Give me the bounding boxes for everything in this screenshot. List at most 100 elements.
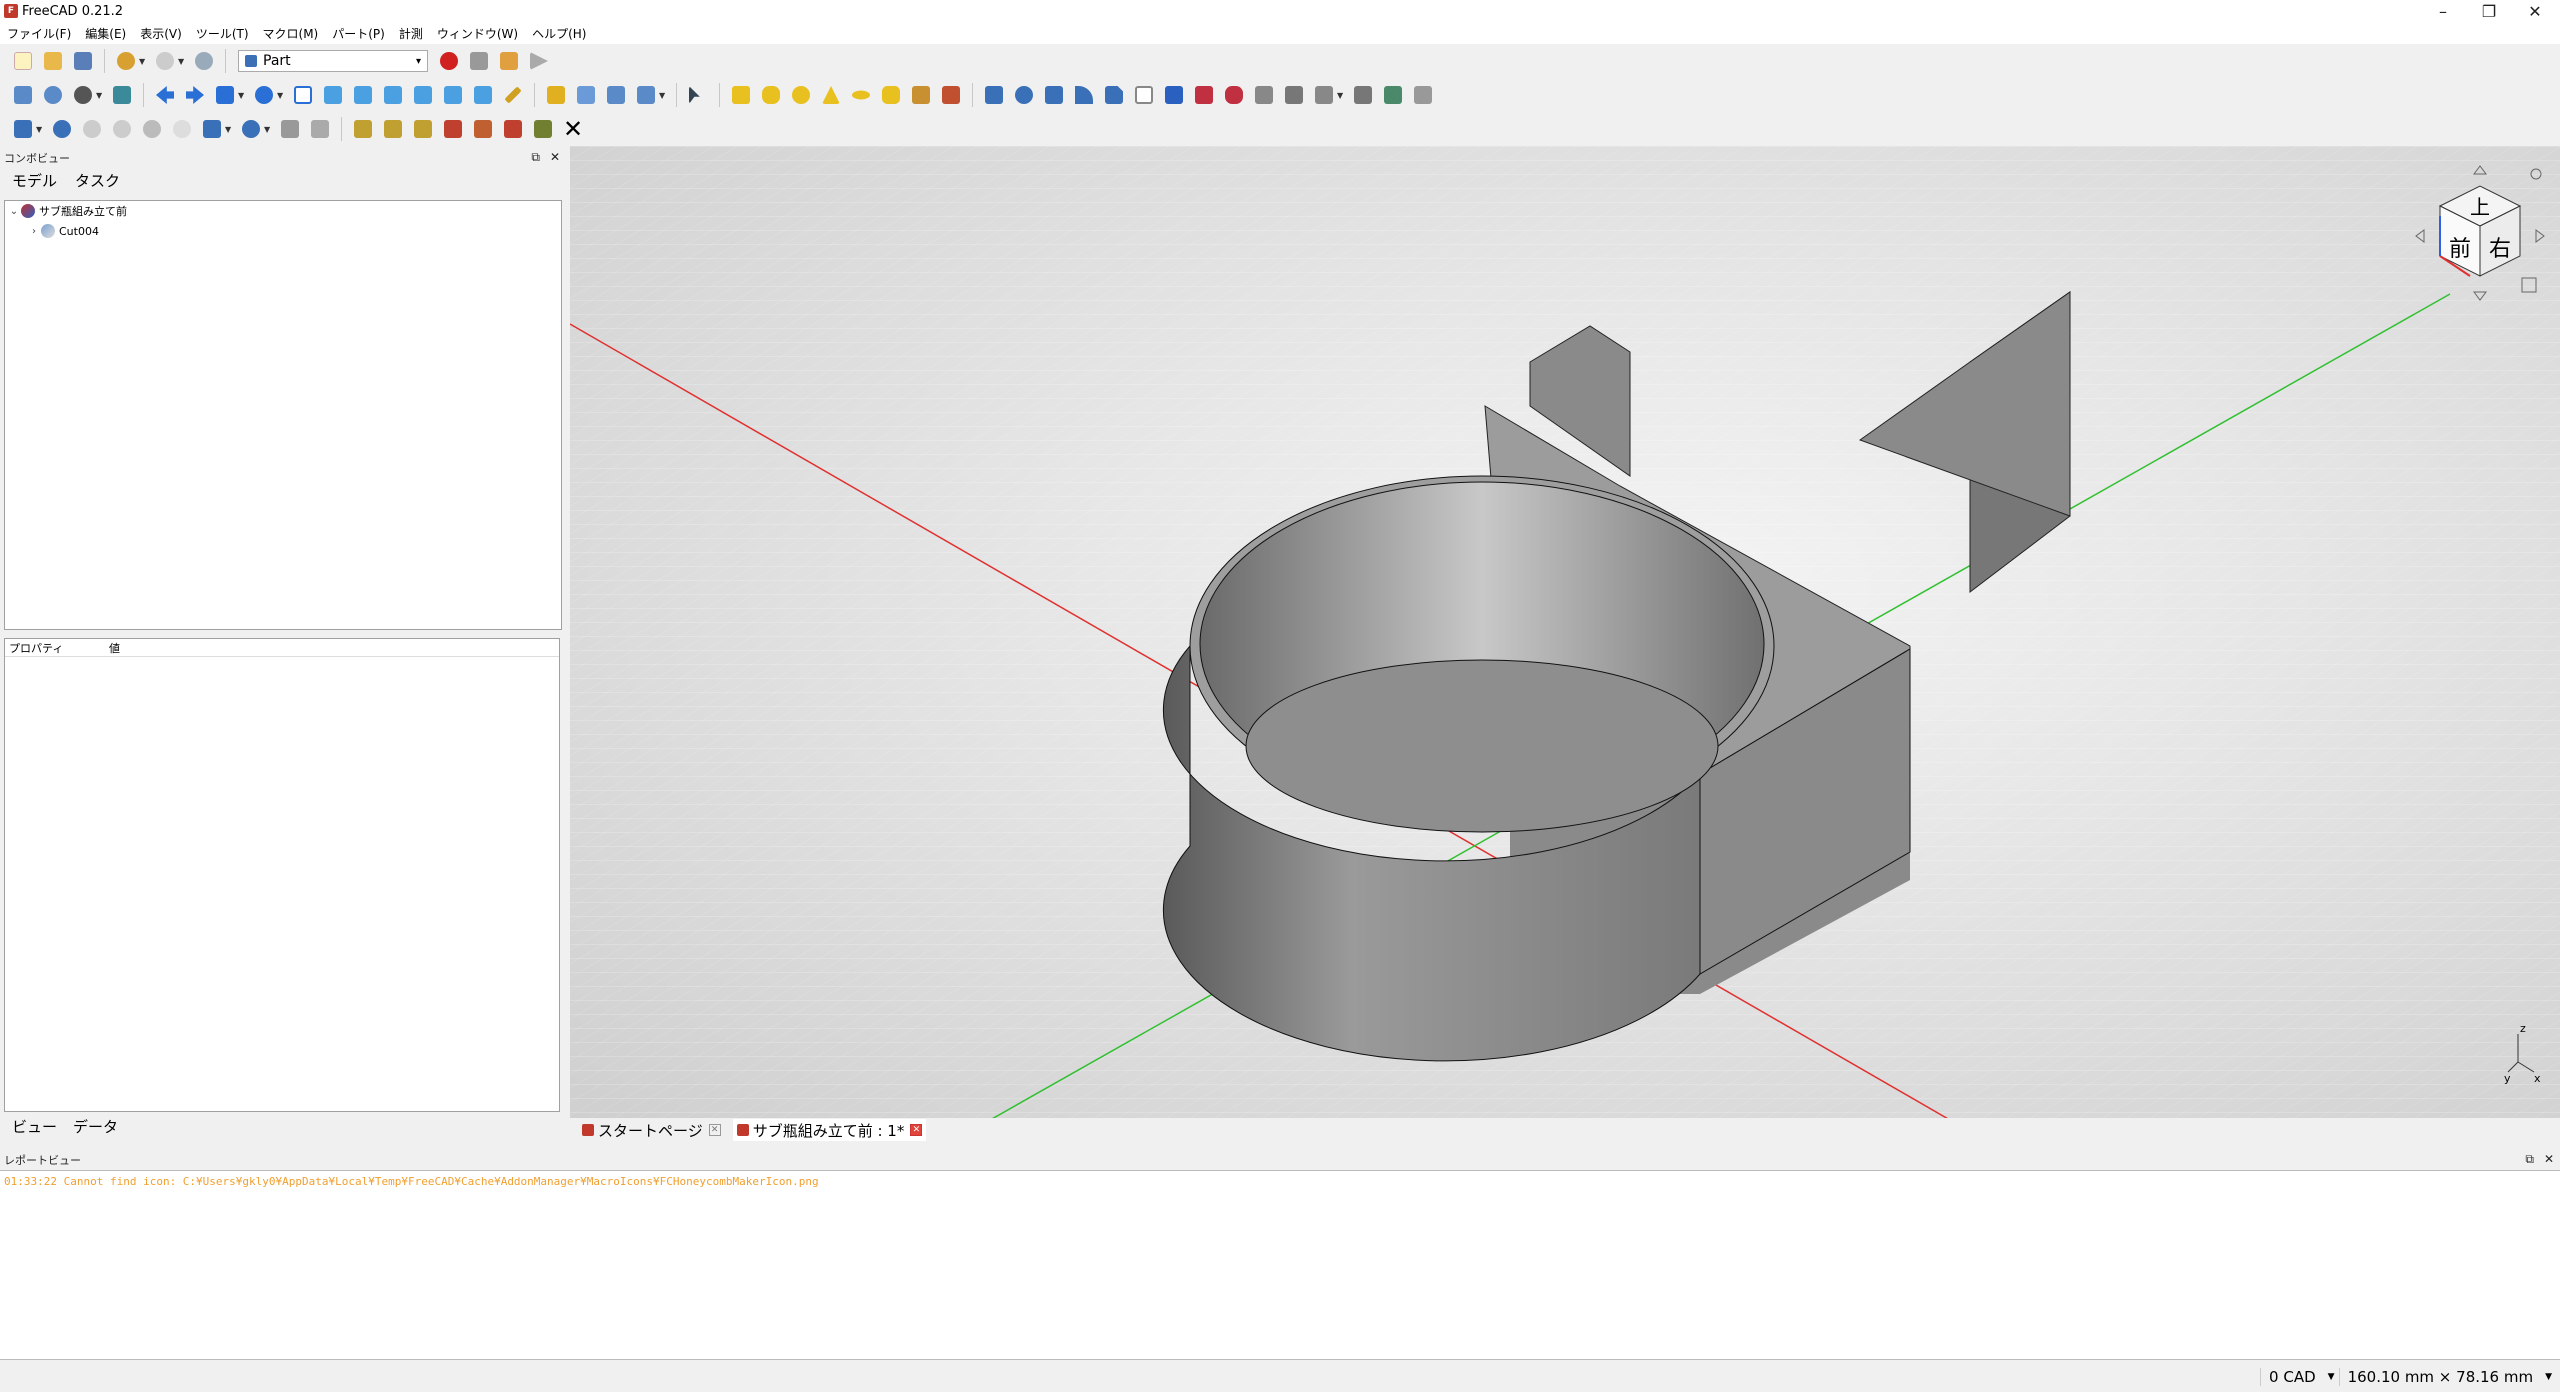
draw-style-button[interactable] xyxy=(70,82,96,108)
part-offset-button[interactable] xyxy=(1311,82,1337,108)
collapse-arrow-icon[interactable]: ⌄ xyxy=(7,206,21,217)
forward-button[interactable] xyxy=(182,82,208,108)
part-fillet-button[interactable] xyxy=(1071,82,1097,108)
part-revolve-button[interactable] xyxy=(1011,82,1037,108)
tab-model[interactable]: モデル xyxy=(6,170,63,191)
right-view-button[interactable] xyxy=(380,82,406,108)
part-boolean-button[interactable] xyxy=(49,116,75,142)
menu-measure[interactable]: 計測 xyxy=(392,25,430,42)
bottom-view-button[interactable] xyxy=(440,82,466,108)
new-file-button[interactable] xyxy=(10,48,36,74)
part-color-per-face-button[interactable] xyxy=(1410,82,1436,108)
3d-viewport[interactable]: 上 前 右 z x y xyxy=(570,146,2560,1120)
tab-start-page[interactable]: スタートページ ✕ xyxy=(578,1119,725,1141)
menu-view[interactable]: 表示(V) xyxy=(133,25,189,42)
fit-all-button[interactable] xyxy=(10,82,36,108)
zoom-dropdown-icon[interactable]: ▼ xyxy=(277,91,285,100)
close-toolbar-button[interactable]: ✕ xyxy=(560,115,586,143)
close-dock-icon[interactable]: ✕ xyxy=(550,150,560,165)
part-common-button[interactable] xyxy=(139,116,165,142)
refresh-button[interactable] xyxy=(191,48,217,74)
sync-view-button[interactable] xyxy=(212,82,238,108)
part-primitives-button[interactable] xyxy=(908,82,934,108)
macro-stop-button[interactable] xyxy=(466,48,492,74)
part-defeaturing-button[interactable] xyxy=(307,116,333,142)
part-tube-button[interactable] xyxy=(878,82,904,108)
part-ruled-surface-button[interactable] xyxy=(1161,82,1187,108)
compound-dropdown-icon[interactable]: ▼ xyxy=(36,125,44,134)
measure-toggle-delta-button[interactable] xyxy=(530,116,556,142)
save-file-button[interactable] xyxy=(70,48,96,74)
macro-edit-button[interactable] xyxy=(496,48,522,74)
part-box-button[interactable] xyxy=(728,82,754,108)
whats-this-button[interactable] xyxy=(685,82,711,108)
part-section-button[interactable] xyxy=(1251,82,1277,108)
redo-button[interactable] xyxy=(152,48,178,74)
measure-angular-button[interactable] xyxy=(380,116,406,142)
part-projection-button[interactable] xyxy=(1380,82,1406,108)
offset-dropdown-icon[interactable]: ▼ xyxy=(1337,91,1345,100)
measure-clear-all-button[interactable] xyxy=(440,116,466,142)
menu-macro[interactable]: マクロ(M) xyxy=(256,25,326,42)
create-part-button[interactable] xyxy=(543,82,569,108)
left-view-button[interactable] xyxy=(470,82,496,108)
measure-refresh-button[interactable] xyxy=(410,116,436,142)
tab-view[interactable]: ビュー xyxy=(6,1114,63,1139)
part-make-face-button[interactable] xyxy=(1131,82,1157,108)
part-split-button[interactable] xyxy=(199,116,225,142)
tree-item-cut004[interactable]: › Cut004 xyxy=(5,221,561,241)
part-extrude-button[interactable] xyxy=(981,82,1007,108)
close-tab-icon[interactable]: ✕ xyxy=(708,1124,721,1136)
close-tab-icon[interactable]: ✕ xyxy=(910,1124,923,1136)
3d-scene[interactable]: 上 前 右 z x y xyxy=(570,146,2560,1120)
part-shape-builder-button[interactable] xyxy=(938,82,964,108)
tab-data[interactable]: データ xyxy=(67,1114,124,1139)
back-button[interactable] xyxy=(152,82,178,108)
make-link-button[interactable] xyxy=(603,82,629,108)
link-actions-dropdown-icon[interactable]: ▼ xyxy=(659,91,667,100)
close-dock-icon[interactable]: ✕ xyxy=(2544,1152,2554,1167)
tab-tasks[interactable]: タスク xyxy=(69,170,126,191)
menu-window[interactable]: ウィンドウ(W) xyxy=(430,25,525,42)
part-thickness-button[interactable] xyxy=(1350,82,1376,108)
navigation-style-selector[interactable]: 0 CAD xyxy=(2260,1368,2324,1386)
part-cross-sections-button[interactable] xyxy=(1281,82,1307,108)
sync-view-dropdown-icon[interactable]: ▼ xyxy=(238,91,246,100)
part-join-button[interactable] xyxy=(169,116,195,142)
isometric-view-button[interactable] xyxy=(290,82,316,108)
expand-arrow-icon[interactable]: › xyxy=(27,226,41,237)
zoom-button[interactable] xyxy=(251,82,277,108)
tree-item-document[interactable]: ⌄ サブ瓶組み立て前 xyxy=(5,201,561,221)
undo-dropdown-icon[interactable]: ▼ xyxy=(139,57,147,66)
menu-tools[interactable]: ツール(T) xyxy=(189,25,256,42)
close-window-button[interactable]: ✕ xyxy=(2512,0,2558,22)
float-dock-icon[interactable]: ⧉ xyxy=(2525,1152,2534,1167)
menu-file[interactable]: ファイル(F) xyxy=(0,25,78,42)
part-join-features-button[interactable] xyxy=(238,116,264,142)
part-fuse-button[interactable] xyxy=(109,116,135,142)
fit-selection-button[interactable] xyxy=(40,82,66,108)
part-sweep-button[interactable] xyxy=(1221,82,1247,108)
create-group-button[interactable] xyxy=(573,82,599,108)
part-check-geometry-button[interactable] xyxy=(277,116,303,142)
join-dropdown-icon[interactable]: ▼ xyxy=(264,125,272,134)
open-file-button[interactable] xyxy=(40,48,66,74)
menu-part[interactable]: パート(P) xyxy=(325,25,392,42)
measure-linear-button[interactable] xyxy=(350,116,376,142)
part-compound-button[interactable] xyxy=(10,116,36,142)
part-loft-button[interactable] xyxy=(1191,82,1217,108)
part-cylinder-button[interactable] xyxy=(758,82,784,108)
part-sphere-button[interactable] xyxy=(788,82,814,108)
dimension-readout[interactable]: 160.10 mm × 78.16 mm xyxy=(2338,1368,2542,1386)
redo-dropdown-icon[interactable]: ▼ xyxy=(178,57,186,66)
part-torus-button[interactable] xyxy=(848,82,874,108)
menu-edit[interactable]: 編集(E) xyxy=(78,25,133,42)
measure-distance-button[interactable] xyxy=(500,82,526,108)
front-view-button[interactable] xyxy=(320,82,346,108)
measure-toggle-3d-button[interactable] xyxy=(500,116,526,142)
draw-style-dropdown-icon[interactable]: ▼ xyxy=(96,91,104,100)
part-cut-button[interactable] xyxy=(79,116,105,142)
part-mirror-button[interactable] xyxy=(1041,82,1067,108)
restore-button[interactable]: ❐ xyxy=(2466,0,2512,22)
bounding-box-button[interactable] xyxy=(109,82,135,108)
